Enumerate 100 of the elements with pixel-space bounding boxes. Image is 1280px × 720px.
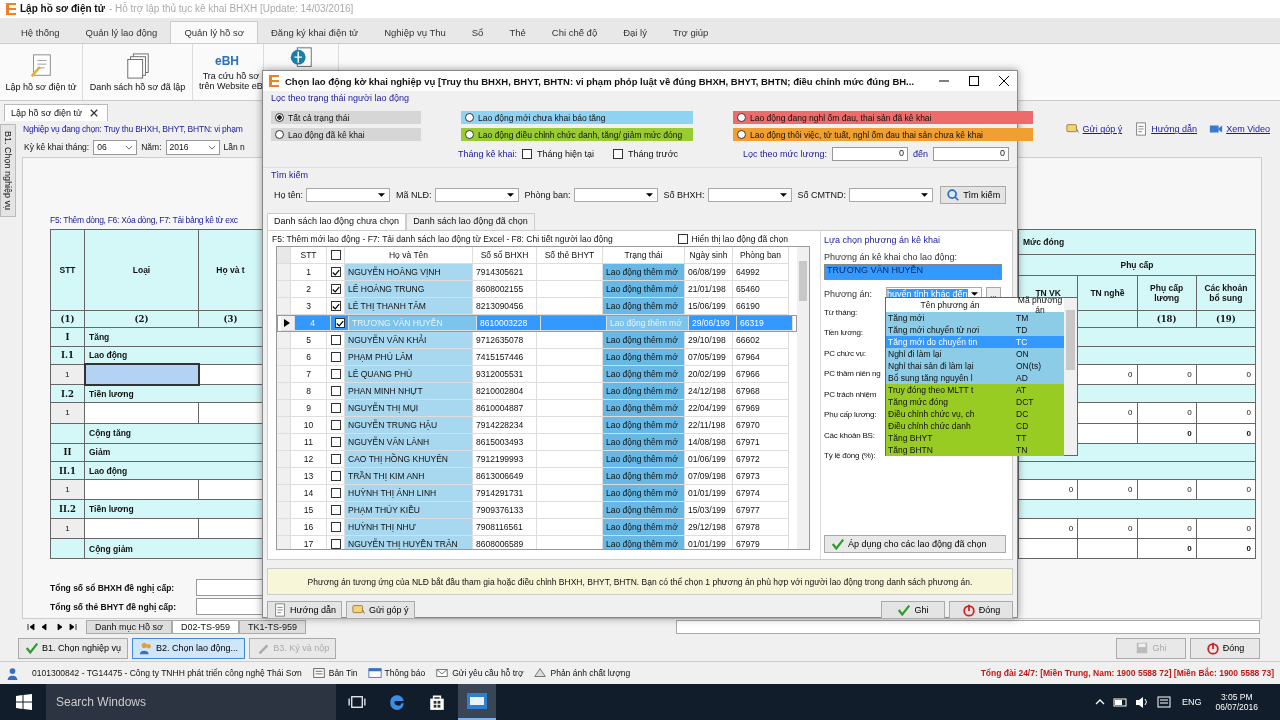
table-cell: NGUYỄN VĂN LÀNH <box>345 434 473 451</box>
table-cell: LÊ THỊ THANH TÂM <box>345 298 473 315</box>
field-label: Họ tên: <box>274 190 304 200</box>
table-cell: 8613006649 <box>473 468 537 485</box>
column-header: Phòng ban <box>733 247 789 264</box>
column-header: STT <box>291 247 327 264</box>
table-cell: 1 <box>50 518 85 539</box>
column-header: Ngày sinh <box>685 247 733 264</box>
table-cell: Lao động thêm mớ <box>603 485 685 502</box>
table-cell: 15 <box>291 502 327 519</box>
table-cell: 8608006589 <box>473 536 537 549</box>
table-cell: Lao động thêm mớ <box>603 281 685 298</box>
table-cell: Lao động thêm mớ <box>603 298 685 315</box>
table-cell: CAO THỊ HỒNG KHUYÊN <box>345 451 473 468</box>
table-cell: 1 <box>50 364 85 385</box>
table-cell: Lao động thêm mớ <box>603 400 685 417</box>
table-cell: 01/01/199 <box>685 536 733 549</box>
window-subtitle: - Hỗ trợ lập thủ tục kê khai BHXH [Update: 14/03/2016] <box>108 3 354 15</box>
field-label: Phụ cấp lương: <box>824 409 877 422</box>
table-cell: Lao động thêm mớ <box>603 519 685 536</box>
table-cell: 22/11/198 <box>685 417 733 434</box>
table-cell: PHẠM PHÚ LÂM <box>345 349 473 366</box>
field-label: Kỳ kê khai tháng: <box>24 142 90 153</box>
field-label: Tiền lương: <box>824 327 863 340</box>
table-cell: Lao động thêm mớ <box>603 366 685 383</box>
table-cell: NGUYỄN THỊ HUYỀN TRÂN <box>345 536 473 549</box>
table-cell: 0 <box>1018 479 1078 500</box>
column-header: Số sổ BHXH <box>473 247 537 264</box>
table-cell: 24/12/198 <box>685 383 733 400</box>
field-label: PC trách nhiệm <box>824 388 877 401</box>
table-cell: 8615003493 <box>473 434 537 451</box>
column-header: Tên phương án <box>919 300 981 310</box>
field-label: Tổng số thẻ BHYT đề nghị cấp: <box>50 601 178 612</box>
column-header: Số thẻ BHYT <box>537 247 603 264</box>
table-cell: 64992 <box>733 264 789 281</box>
column-header: Loại <box>84 229 199 311</box>
table-cell: 14 <box>291 485 327 502</box>
field-label: Tổng số sổ BHXH đề nghị cấp: <box>50 582 176 593</box>
table-cell: LÊ QUANG PHÚ <box>345 366 473 383</box>
table-cell: 67972 <box>733 451 789 468</box>
table-cell: 0 <box>1018 518 1078 539</box>
table-cell: 2 <box>291 281 327 298</box>
table-cell: 9312005531 <box>473 366 537 383</box>
table-cell: 67979 <box>733 536 789 549</box>
table-cell: 7912199993 <box>473 451 537 468</box>
table-cell: 01/01/199 <box>685 485 733 502</box>
table-cell: 29/06/199 <box>689 316 737 331</box>
business-label: Nghiệp vụ đang chọn: Truy thu BHXH, BHYT, BHTN: vi phạm <box>23 124 243 135</box>
column-group-header: Mức đóng <box>1018 229 1256 255</box>
table-cell: 9712635078 <box>473 332 537 349</box>
table-cell: 07/05/199 <box>685 349 733 366</box>
table-cell: HUỲNH THỊ ÁNH LINH <box>345 485 473 502</box>
field-label: Lần n <box>223 142 245 153</box>
user-info: 0101300842 - TG14475 - Công ty TNHH phát triển công nghệ Thái Sơn <box>32 668 302 679</box>
table-cell: 6 <box>291 349 327 366</box>
column-header: Các khoản bổ sung <box>1196 275 1256 311</box>
table-cell: 7415157446 <box>473 349 537 366</box>
table-cell: NGUYỄN THỊ MỤI <box>345 400 473 417</box>
field-label: Từ tháng: <box>824 306 857 319</box>
column-header: STT <box>50 229 85 311</box>
table-cell: 29/10/198 <box>685 332 733 349</box>
table-cell: 29/12/198 <box>685 519 733 536</box>
field-label: Phòng ban: <box>524 190 571 200</box>
table-cell: Lao động thêm mớ <box>603 451 685 468</box>
table-cell: 4 <box>295 316 331 331</box>
table-cell: 7914305621 <box>473 264 537 281</box>
table-cell: Lao động thêm mớ <box>603 349 685 366</box>
column-header: TN nghề <box>1077 275 1137 311</box>
table-cell: 67974 <box>733 485 789 502</box>
table-cell: 7 <box>291 366 327 383</box>
table-cell: 67973 <box>733 468 789 485</box>
table-cell: 01/06/199 <box>685 451 733 468</box>
table-cell: 1 <box>291 264 327 281</box>
field-label: PC chức vụ: <box>824 347 866 360</box>
field-label: đến <box>912 148 928 159</box>
field-label: Tháng kê khai: <box>458 148 518 159</box>
table-cell: Lao động thêm mớ <box>603 417 685 434</box>
table-cell: 7909376133 <box>473 502 537 519</box>
table-cell: Lao động thêm mớ <box>603 434 685 451</box>
table-cell: 8610003228 <box>477 316 541 331</box>
table-cell: 17 <box>291 536 327 549</box>
hint-text: F5: Thêm mới lao động - F7: Tải danh sách lao động từ Excel - F8: Chi tiết người lao động <box>272 233 613 244</box>
field-label: Mã NLĐ: <box>396 190 432 200</box>
table-cell: 20/02/199 <box>685 366 733 383</box>
table-cell: PHẠM THÚY KIỀU <box>345 502 473 519</box>
table-cell: Lao động thêm mớ <box>603 383 685 400</box>
table-cell: 67969 <box>733 400 789 417</box>
table-cell: NGUYỄN TRUNG HẬU <box>345 417 473 434</box>
table-cell: 65460 <box>733 281 789 298</box>
table-cell: PHAN MINH NHỰT <box>345 383 473 400</box>
table-cell: 67971 <box>733 434 789 451</box>
table-cell: 67964 <box>733 349 789 366</box>
table-cell: 21/01/198 <box>685 281 733 298</box>
table-cell: 8 <box>291 383 327 400</box>
table-cell: 66602 <box>733 332 789 349</box>
field-label: Số BHXH: <box>663 190 705 200</box>
field-label: PC thâm niên ng <box>824 368 881 381</box>
table-cell: 22/04/199 <box>685 400 733 417</box>
table-cell: HUỲNH THỊ NHƯ <box>345 519 473 536</box>
table-cell: Lao động thêm mớ <box>603 536 685 549</box>
